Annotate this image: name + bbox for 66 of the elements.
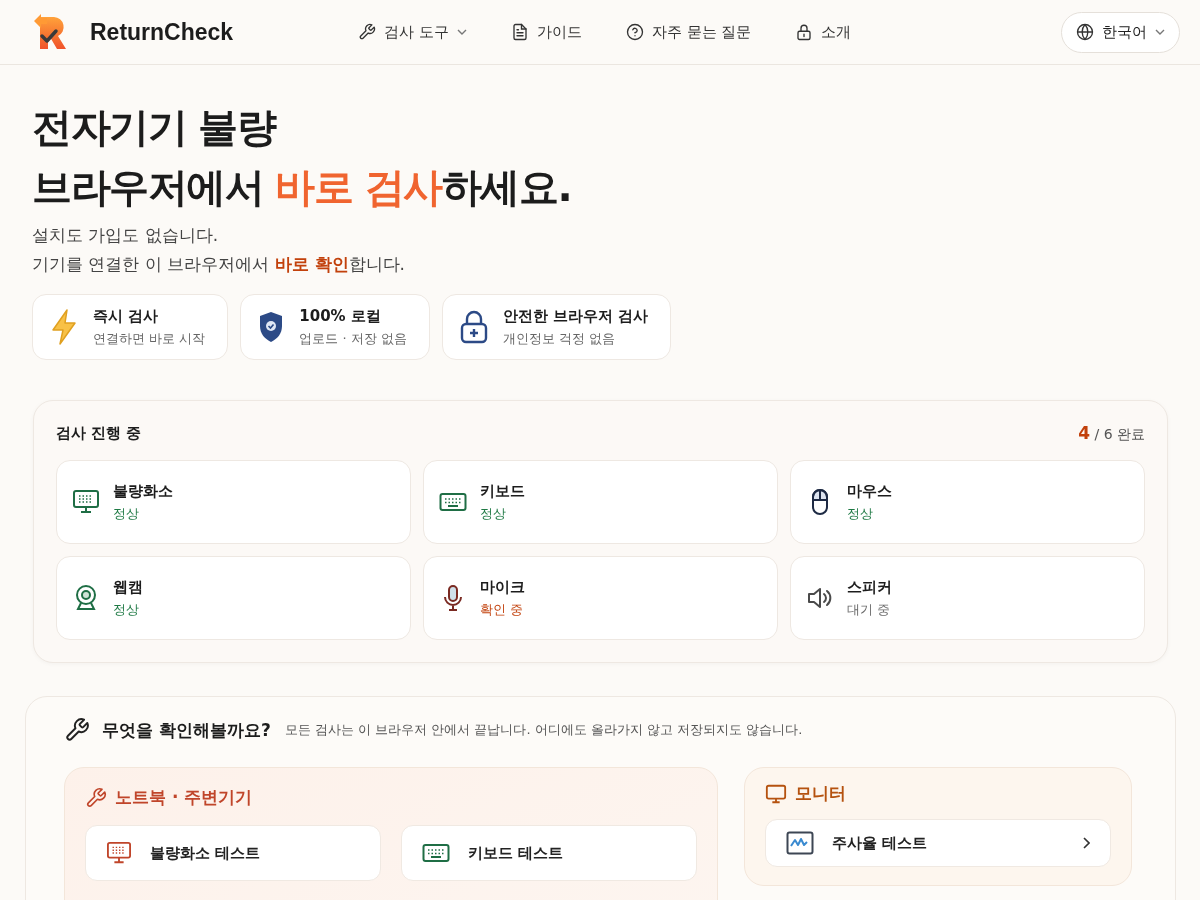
- device-status: 정상: [113, 600, 140, 619]
- document-icon: [510, 23, 529, 41]
- chevron-right-icon: [1082, 837, 1090, 849]
- device-status: 확인 중: [480, 600, 525, 619]
- lightning-icon: [49, 308, 79, 346]
- brand-name[interactable]: ReturnCheck: [90, 18, 234, 46]
- monitor-icon: [72, 489, 100, 515]
- keyboard-icon: [439, 492, 467, 512]
- hero-subtitle: 기기를 연결한 이 브라우저에서 바로 확인합니다.: [32, 253, 406, 276]
- nav-link[interactable]: 자주 묻는 질문: [625, 22, 752, 42]
- monitor-icon: [765, 782, 787, 805]
- nav-link[interactable]: 가이드: [510, 22, 582, 42]
- section-title: 무엇을 확인해볼까요?: [102, 718, 271, 742]
- monitor-icon: [106, 841, 132, 865]
- speaker-icon: [806, 586, 834, 610]
- lock-icon: [795, 23, 814, 41]
- hero-title: 브라우저에서 바로 검사하세요.: [32, 164, 572, 210]
- completed-count: 4: [1078, 423, 1090, 443]
- device-card[interactable]: 스피커 대기 중: [790, 556, 1145, 640]
- device-name: 스피커: [847, 577, 892, 597]
- help-icon: [625, 23, 644, 41]
- lock-icon: [458, 309, 489, 345]
- device-name: 불량화소: [113, 481, 173, 501]
- feature-subtitle: 업로드 · 저장 없음: [299, 329, 407, 348]
- device-card[interactable]: 웹캠 정상: [56, 556, 411, 640]
- progress-title: 검사 진행 중: [56, 424, 142, 443]
- wrench-icon: [64, 717, 90, 743]
- nav-link[interactable]: 검사 도구: [358, 22, 467, 42]
- device-name: 마이크: [480, 577, 525, 597]
- webcam-icon: [73, 584, 99, 612]
- hero-subtitle: 설치도 가입도 없습니다.: [32, 224, 220, 247]
- category-title: 노트북 · 주변기기: [115, 786, 253, 809]
- globe-icon: [1076, 23, 1094, 41]
- chevron-down-icon: [1155, 29, 1165, 35]
- device-card[interactable]: 마이크 확인 중: [423, 556, 778, 640]
- feature-subtitle: 연결하면 바로 시작: [93, 329, 206, 348]
- device-card[interactable]: 불량화소 정상: [56, 460, 411, 544]
- test-link[interactable]: 불량화소 테스트: [85, 825, 381, 881]
- device-card[interactable]: 마우스 정상: [790, 460, 1145, 544]
- feature-subtitle: 개인정보 걱정 없음: [502, 329, 617, 348]
- wrench-icon: [85, 786, 107, 809]
- test-link[interactable]: 주사율 테스트: [765, 819, 1111, 867]
- device-status: 대기 중: [847, 600, 892, 619]
- test-link[interactable]: 키보드 테스트: [401, 825, 697, 881]
- section-description: 모든 검사는 이 브라우저 안에서 끝납니다. 어디에도 올라가지 않고 저장되지도 않습니다.: [284, 721, 803, 739]
- device-name: 키보드: [480, 481, 525, 501]
- device-status: 정상: [847, 504, 874, 523]
- total-count: / 6 완료: [1094, 426, 1145, 442]
- nav-link[interactable]: 소개: [795, 22, 852, 42]
- device-name: 웹캠: [113, 577, 143, 597]
- device-status: 정상: [480, 504, 507, 523]
- wrench-icon: [358, 23, 376, 41]
- category-title: 모니터: [795, 782, 846, 805]
- feature-title: 100% 로컬: [299, 306, 382, 326]
- feature-title: 안전한 브라우저 검사: [502, 306, 649, 326]
- device-card[interactable]: 키보드 정상: [423, 460, 778, 544]
- chart-icon: [786, 831, 814, 855]
- chevron-down-icon: [456, 29, 467, 35]
- device-status: 정상: [113, 504, 140, 523]
- mouse-icon: [810, 488, 830, 516]
- device-name: 마우스: [847, 481, 892, 501]
- feature-title: 즉시 검사: [93, 306, 160, 326]
- language-button[interactable]: 한국어: [1061, 11, 1180, 53]
- hero-title: 전자기기 불량: [32, 104, 276, 150]
- keyboard-icon: [422, 843, 450, 863]
- microphone-icon: [441, 584, 465, 612]
